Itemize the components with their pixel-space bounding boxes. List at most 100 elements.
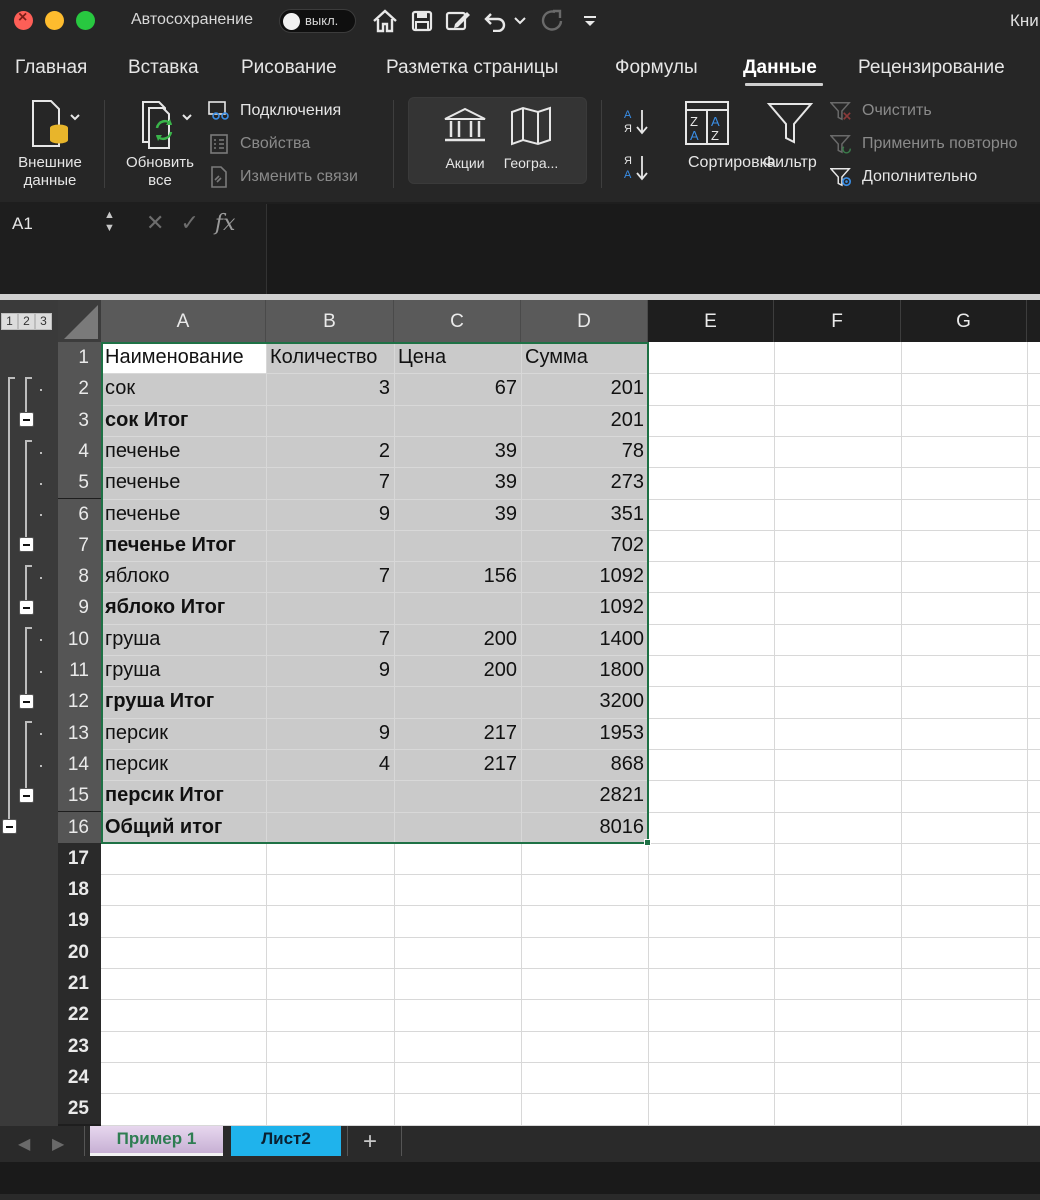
row-header[interactable]: 25 xyxy=(58,1093,101,1125)
collapse-group-button[interactable] xyxy=(2,819,17,835)
collapse-group-button[interactable] xyxy=(19,693,34,709)
row-header[interactable]: 18 xyxy=(58,874,101,906)
outline-line xyxy=(25,376,32,379)
row-header[interactable]: 1 xyxy=(58,342,101,374)
add-sheet-button[interactable]: + xyxy=(363,1128,377,1156)
row-header[interactable]: 17 xyxy=(58,842,101,875)
sort-az-button[interactable]: AЯ xyxy=(622,106,652,138)
clear-filter-icon xyxy=(830,100,852,122)
next-sheet-icon[interactable]: ▶ xyxy=(52,1134,64,1154)
chevron-down-icon[interactable] xyxy=(512,6,528,36)
row-header[interactable]: 5 xyxy=(58,467,101,499)
row-header[interactable]: 23 xyxy=(58,1030,101,1062)
undo-icon[interactable] xyxy=(482,6,508,36)
cancel-icon[interactable]: ✕ xyxy=(146,210,164,236)
clear-filter-button[interactable]: Очистить xyxy=(830,100,932,122)
row-header[interactable]: 24 xyxy=(58,1061,101,1094)
tab-home[interactable]: Главная xyxy=(15,57,87,79)
home-icon[interactable] xyxy=(370,6,400,36)
row-header[interactable]: 7 xyxy=(58,529,101,562)
outline-level-1[interactable]: 1 xyxy=(1,313,18,330)
column-header[interactable]: F xyxy=(774,300,901,342)
sheet-tab-sheet2[interactable]: Лист2 xyxy=(231,1126,341,1156)
svg-text:A: A xyxy=(624,169,632,181)
row-header[interactable]: 2 xyxy=(58,373,101,405)
collapse-group-button[interactable] xyxy=(19,787,34,803)
column-header[interactable]: G xyxy=(901,300,1027,342)
row-header[interactable]: 6 xyxy=(58,498,101,530)
sort-za-button[interactable]: ЯA xyxy=(622,152,652,184)
row-header[interactable]: 21 xyxy=(58,968,101,1000)
outline-level-3[interactable]: 3 xyxy=(35,313,52,330)
collapse-group-button[interactable] xyxy=(19,537,34,553)
outline-line xyxy=(25,627,32,630)
tab-data[interactable]: Данные xyxy=(743,57,817,79)
row-header[interactable]: 13 xyxy=(58,717,101,749)
zoom-window-button[interactable] xyxy=(76,11,95,30)
edit-document-icon[interactable] xyxy=(443,6,473,36)
row-header[interactable]: 19 xyxy=(58,905,101,937)
row-header[interactable]: 11 xyxy=(58,655,101,687)
geography-button[interactable]: Геогра... xyxy=(499,106,563,171)
advanced-filter-button[interactable]: Дополнительно xyxy=(830,166,977,188)
reapply-button[interactable]: Применить повторно xyxy=(830,133,1018,155)
row-header[interactable]: 12 xyxy=(58,686,101,718)
edit-links-button[interactable]: Изменить связи xyxy=(208,166,358,188)
row-header[interactable]: 4 xyxy=(58,435,101,468)
insert-function-icon[interactable]: fx xyxy=(215,211,236,236)
minimize-window-button[interactable] xyxy=(45,11,64,30)
tab-review[interactable]: Рецензирование xyxy=(858,57,1005,79)
column-header[interactable]: A xyxy=(101,300,266,342)
previous-sheet-icon[interactable]: ◀ xyxy=(18,1134,30,1154)
outline-level-2[interactable]: 2 xyxy=(18,313,35,330)
row-header[interactable]: 22 xyxy=(58,999,101,1031)
stocks-button[interactable]: Акции xyxy=(439,106,491,171)
close-window-button[interactable] xyxy=(14,9,33,30)
row-header[interactable]: 20 xyxy=(58,936,101,968)
formula-input[interactable] xyxy=(266,204,1040,294)
ribbon: Внешние данные Обновить все Подключения … xyxy=(0,92,1040,202)
name-box-stepper-icon[interactable]: ▲ ▼ xyxy=(104,209,115,235)
customize-toolbar-icon[interactable] xyxy=(580,6,600,36)
data-types-gallery: Акции Геогра... xyxy=(408,97,587,184)
fill-handle[interactable] xyxy=(644,838,651,846)
column-header[interactable]: D xyxy=(521,300,648,342)
column-header[interactable]: B xyxy=(266,300,394,342)
refresh-all-button[interactable]: Обновить все xyxy=(118,98,202,190)
external-data-button[interactable]: Внешние данные xyxy=(8,98,92,190)
row-header[interactable]: 14 xyxy=(58,748,101,781)
redo-icon[interactable] xyxy=(538,6,566,36)
enter-icon[interactable]: ✓ xyxy=(180,210,198,236)
autosave-toggle[interactable]: выкл. xyxy=(279,9,356,33)
gridline xyxy=(101,1061,1040,1063)
row-header[interactable]: 9 xyxy=(58,592,101,624)
row-header[interactable]: 10 xyxy=(58,623,101,655)
row-header[interactable]: 8 xyxy=(58,561,101,593)
refresh-icon xyxy=(142,101,192,149)
geography-label: Геогра... xyxy=(503,155,559,171)
collapse-group-button[interactable] xyxy=(19,412,34,428)
connections-icon xyxy=(208,100,230,122)
cell-reference: A1 xyxy=(12,214,33,233)
filter-button[interactable] xyxy=(765,100,815,150)
name-box[interactable]: A1 ▲ ▼ xyxy=(0,204,124,242)
tab-formulas[interactable]: Формулы xyxy=(615,57,698,79)
connections-button[interactable]: Подключения xyxy=(208,100,341,122)
sheet-tab-example-1[interactable]: Пример 1 xyxy=(90,1126,223,1156)
properties-button[interactable]: Свойства xyxy=(208,133,310,155)
column-header[interactable]: C xyxy=(394,300,521,342)
tab-draw[interactable]: Рисование xyxy=(241,57,337,79)
column-header[interactable]: E xyxy=(648,300,774,342)
collapse-group-button[interactable] xyxy=(19,600,34,616)
save-icon[interactable] xyxy=(408,6,436,36)
tab-page-layout[interactable]: Разметка страницы xyxy=(386,57,558,79)
tab-insert[interactable]: Вставка xyxy=(128,57,199,79)
connections-label: Подключения xyxy=(240,102,342,119)
sort-button[interactable]: ZAAZ xyxy=(684,100,730,150)
gridline xyxy=(774,342,775,1126)
row-header[interactable]: 3 xyxy=(58,404,101,436)
cell-grid[interactable]: Наименование Количество Цена Сумма сок 3 67 201… xyxy=(101,342,1040,1126)
row-header[interactable]: 15 xyxy=(58,780,101,812)
select-all-corner[interactable] xyxy=(58,300,101,342)
row-header[interactable]: 16 xyxy=(58,811,101,843)
